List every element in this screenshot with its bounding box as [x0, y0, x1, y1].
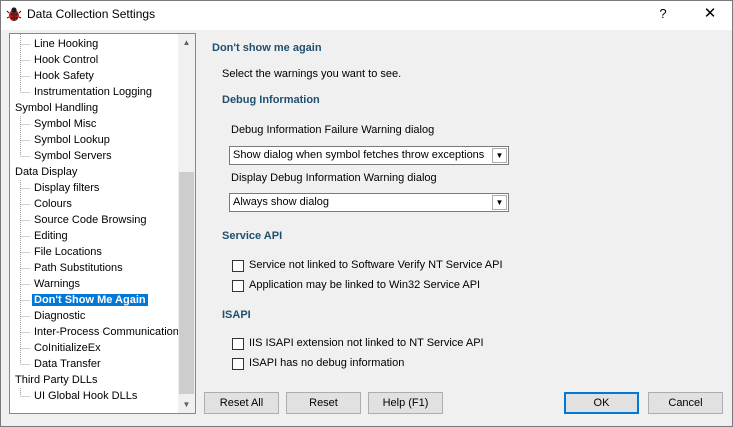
scroll-down-icon[interactable]: ▼: [178, 396, 195, 413]
chevron-down-icon[interactable]: ▼: [492, 148, 507, 163]
debug-failure-value: Show dialog when symbol fetches throw ex…: [233, 149, 485, 161]
tree-item-colours[interactable]: Colours: [10, 196, 74, 212]
win32-service-label[interactable]: Application may be linked to Win32 Servi…: [249, 279, 480, 291]
tree-item-symbol-handling[interactable]: Symbol Handling: [10, 100, 100, 116]
close-button[interactable]: ✕: [692, 3, 728, 25]
reset-all-button[interactable]: Reset All: [204, 392, 279, 414]
tree-item-diagnostic[interactable]: Diagnostic: [10, 308, 87, 324]
settings-tree[interactable]: Line Hooking Hook Control Hook Safety In…: [9, 33, 196, 414]
service-api-heading: Service API: [222, 230, 283, 242]
isapi-heading: ISAPI: [222, 309, 251, 321]
reset-button[interactable]: Reset: [286, 392, 361, 414]
debug-information-heading: Debug Information: [222, 94, 320, 106]
tree-item-dont-show-me-again[interactable]: Don't Show Me Again: [10, 292, 148, 308]
chevron-down-icon[interactable]: ▼: [492, 195, 507, 210]
tree-item-symbol-lookup[interactable]: Symbol Lookup: [10, 132, 112, 148]
debug-display-select[interactable]: Always show dialog ▼: [229, 193, 509, 212]
scroll-up-icon[interactable]: ▲: [178, 34, 195, 51]
debug-display-value: Always show dialog: [233, 196, 329, 208]
title-bar: Data Collection Settings ? ✕: [0, 0, 733, 30]
checkbox-box[interactable]: [232, 358, 244, 370]
tree-item-data-transfer[interactable]: Data Transfer: [10, 356, 103, 372]
tree-item-hook-safety[interactable]: Hook Safety: [10, 68, 96, 84]
debug-failure-label: Debug Information Failure Warning dialog: [231, 124, 435, 136]
bug-app-icon: [6, 7, 22, 21]
tree-item-data-display[interactable]: Data Display: [10, 164, 79, 180]
service-not-linked-label[interactable]: Service not linked to Software Verify NT…: [249, 259, 503, 271]
tree-item-file-locations[interactable]: File Locations: [10, 244, 104, 260]
tree-item-inter-process-communication[interactable]: Inter-Process Communication: [10, 324, 181, 340]
tree-item-instrumentation-logging[interactable]: Instrumentation Logging: [10, 84, 154, 100]
isapi-no-debug-label[interactable]: ISAPI has no debug information: [249, 357, 404, 369]
tree-item-display-filters[interactable]: Display filters: [10, 180, 101, 196]
tree-item-coinitializeex[interactable]: CoInitializeEx: [10, 340, 103, 356]
tree-item-warnings[interactable]: Warnings: [10, 276, 82, 292]
checkbox-box[interactable]: [232, 260, 244, 272]
cancel-button[interactable]: Cancel: [648, 392, 723, 414]
help-title-button[interactable]: ?: [648, 4, 678, 24]
tree-item-editing[interactable]: Editing: [10, 228, 70, 244]
tree-item-path-substitutions[interactable]: Path Substitutions: [10, 260, 125, 276]
tree-item-line-hooking[interactable]: Line Hooking: [10, 36, 100, 52]
panel-title: Don't show me again: [212, 42, 322, 54]
tree-item-symbol-misc[interactable]: Symbol Misc: [10, 116, 98, 132]
ok-button[interactable]: OK: [564, 392, 639, 414]
tree-scrollbar[interactable]: ▲ ▼: [178, 34, 195, 413]
isapi-not-linked-label[interactable]: IIS ISAPI extension not linked to NT Ser…: [249, 337, 484, 349]
checkbox-box[interactable]: [232, 338, 244, 350]
tree-item-symbol-servers[interactable]: Symbol Servers: [10, 148, 114, 164]
tree-item-hook-control[interactable]: Hook Control: [10, 52, 100, 68]
checkbox-box[interactable]: [232, 280, 244, 292]
window-title: Data Collection Settings: [27, 7, 156, 21]
help-button[interactable]: Help (F1): [368, 392, 443, 414]
scroll-thumb[interactable]: [179, 172, 194, 394]
debug-display-label: Display Debug Information Warning dialog: [231, 172, 437, 184]
panel-subtitle: Select the warnings you want to see.: [222, 68, 402, 80]
tree-item-ui-global-hook-dlls[interactable]: UI Global Hook DLLs: [10, 388, 139, 404]
tree-item-third-party-dlls[interactable]: Third Party DLLs: [10, 372, 100, 388]
debug-failure-select[interactable]: Show dialog when symbol fetches throw ex…: [229, 146, 509, 165]
tree-item-source-code-browsing[interactable]: Source Code Browsing: [10, 212, 149, 228]
